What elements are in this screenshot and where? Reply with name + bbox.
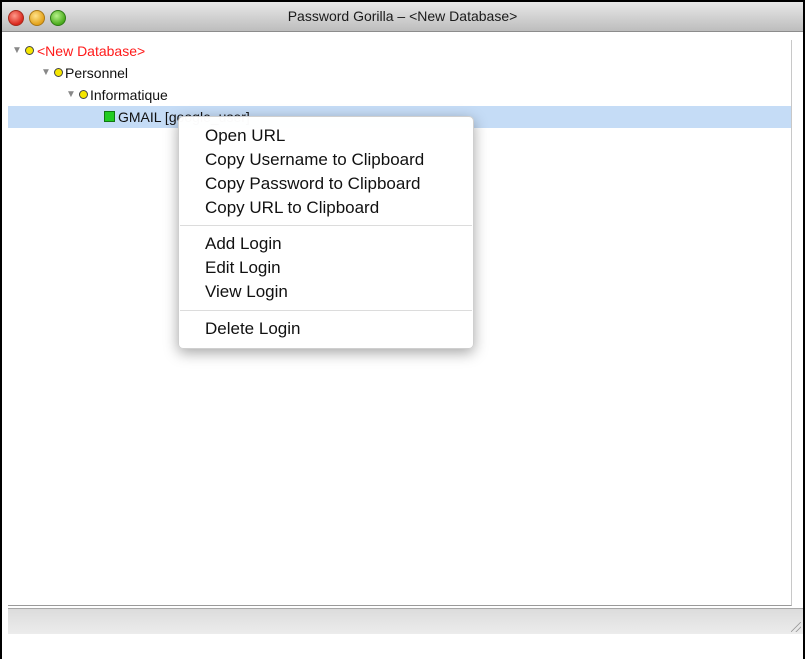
tree-root-label: <New Database> bbox=[37, 43, 146, 59]
window-title: Password Gorilla – <New Database> bbox=[287, 8, 518, 24]
menu-item-copy-password[interactable]: Copy Password to Clipboard bbox=[205, 172, 420, 196]
menu-item-copy-username[interactable]: Copy Username to Clipboard bbox=[205, 148, 424, 172]
triangle-down-icon[interactable]: ▼ bbox=[12, 40, 22, 62]
tree-subgroup-label: Informatique bbox=[90, 87, 168, 103]
menu-item-view-login[interactable]: View Login bbox=[205, 280, 288, 304]
menu-item-delete-login[interactable]: Delete Login bbox=[205, 317, 300, 341]
status-bar bbox=[8, 608, 803, 634]
entry-square-icon bbox=[104, 111, 115, 122]
context-menu: Open URL Copy Username to Clipboard Copy… bbox=[178, 116, 474, 349]
menu-separator bbox=[180, 310, 472, 311]
group-circle-icon bbox=[54, 68, 63, 77]
triangle-down-icon[interactable]: ▼ bbox=[41, 62, 51, 84]
triangle-down-icon[interactable]: ▼ bbox=[66, 84, 76, 106]
tree-row-group-personnel[interactable]: ▼ Personnel bbox=[8, 62, 791, 84]
menu-item-open-url[interactable]: Open URL bbox=[205, 124, 285, 148]
tree-row-root[interactable]: ▼ <New Database> bbox=[8, 40, 791, 62]
menu-item-copy-url[interactable]: Copy URL to Clipboard bbox=[205, 196, 379, 220]
title-bar[interactable]: Password Gorilla – <New Database> bbox=[2, 2, 803, 32]
tree-row-group-informatique[interactable]: ▼ Informatique bbox=[8, 84, 791, 106]
menu-item-edit-login[interactable]: Edit Login bbox=[205, 256, 281, 280]
group-circle-icon bbox=[25, 46, 34, 55]
menu-item-add-login[interactable]: Add Login bbox=[205, 232, 282, 256]
group-circle-icon bbox=[79, 90, 88, 99]
resize-grip-icon[interactable] bbox=[791, 622, 801, 632]
menu-separator bbox=[180, 225, 472, 226]
tree-group-label: Personnel bbox=[65, 65, 129, 81]
